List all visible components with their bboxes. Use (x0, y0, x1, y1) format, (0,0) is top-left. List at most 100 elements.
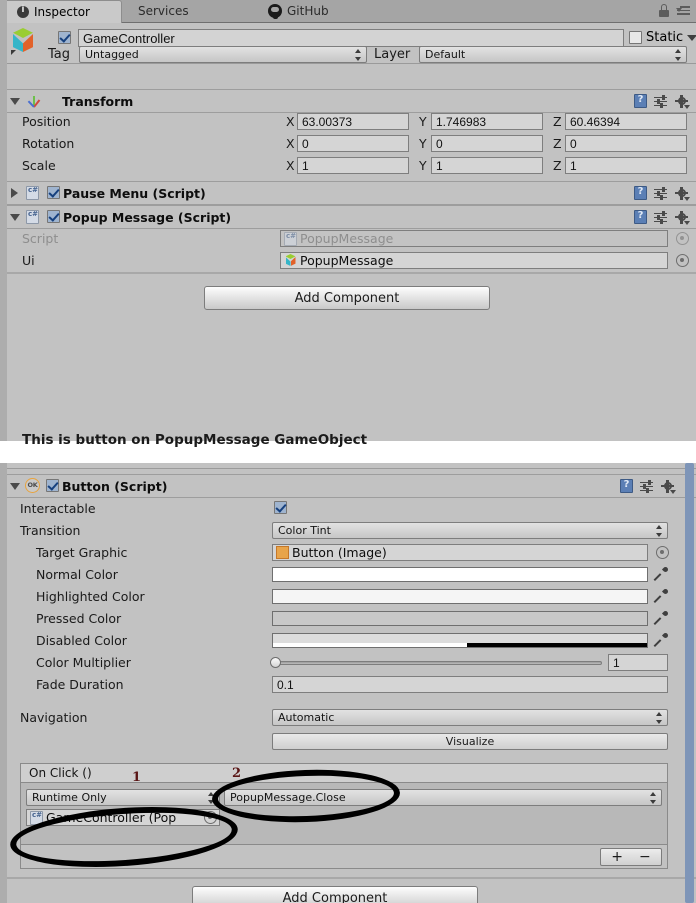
axis-z-label: Z (553, 158, 562, 173)
target-graphic-value: Button (Image) (292, 545, 387, 560)
navigation-label: Navigation (20, 710, 88, 725)
highlighted-color-row: Highlighted Color (0, 586, 696, 608)
normal-color-row: Normal Color (0, 564, 696, 586)
gameobject-enabled-checkbox[interactable] (58, 31, 71, 44)
help-icon[interactable] (634, 210, 647, 224)
highlighted-color-swatch[interactable] (272, 589, 648, 604)
layer-dropdown[interactable]: Default (419, 46, 687, 63)
target-graphic-object-field[interactable]: Button (Image) (272, 544, 648, 561)
popup-message-foldout-icon[interactable] (10, 214, 20, 221)
gear-icon[interactable] (675, 210, 690, 225)
gear-icon[interactable] (675, 186, 690, 201)
axis-z-label: Z (553, 136, 562, 151)
popup-script-row: Script PopupMessage (0, 228, 696, 250)
transform-foldout-icon[interactable] (10, 98, 20, 105)
rotation-x-field[interactable] (297, 135, 409, 152)
eyedropper-icon[interactable] (653, 587, 670, 604)
transform-title: Transform (62, 94, 134, 109)
pause-menu-title: Pause Menu (Script) (63, 186, 206, 201)
tag-label: Tag (48, 47, 71, 62)
transition-dropdown[interactable]: Color Tint (272, 522, 668, 539)
on-click-add-remove-controls[interactable]: + − (600, 848, 662, 866)
on-click-mode-dropdown[interactable]: Runtime Only (26, 789, 220, 806)
scale-z-field[interactable] (565, 157, 687, 174)
rotation-y-field[interactable] (431, 135, 543, 152)
eyedropper-icon[interactable] (653, 565, 670, 582)
help-icon[interactable] (620, 479, 633, 493)
button-script-component-header[interactable]: Button (Script) (0, 474, 696, 498)
ui-picker-button[interactable] (676, 254, 689, 267)
static-label: Static (646, 30, 684, 45)
button-script-foldout-icon[interactable] (10, 483, 20, 490)
preset-icon[interactable] (654, 186, 668, 200)
gear-icon[interactable] (661, 479, 676, 494)
fade-duration-label: Fade Duration (36, 677, 124, 692)
script-label: Script (22, 231, 59, 246)
pause-menu-enabled-checkbox[interactable] (47, 186, 60, 199)
transform-component-header[interactable]: Transform (0, 89, 696, 113)
help-icon[interactable] (634, 186, 647, 200)
visualize-button[interactable]: Visualize (272, 733, 668, 750)
scale-x-field[interactable] (297, 157, 409, 174)
remove-event-button[interactable]: − (639, 849, 651, 865)
color-multiplier-row: Color Multiplier (0, 652, 696, 674)
inspector-panel-top: i Inspector Services GitHub Static (0, 0, 696, 441)
position-z-field[interactable] (565, 113, 687, 130)
eyedropper-icon[interactable] (653, 609, 670, 626)
target-graphic-picker-button[interactable] (656, 546, 669, 559)
static-checkbox[interactable] (629, 31, 642, 44)
csharp-script-icon (26, 210, 39, 224)
tab-github[interactable]: GitHub (256, 0, 356, 22)
color-multiplier-slider-track[interactable] (272, 661, 602, 665)
add-component-button-top[interactable]: Add Component (204, 286, 490, 310)
tab-inspector[interactable]: i Inspector (4, 0, 122, 23)
add-event-button[interactable]: + (611, 849, 623, 865)
axis-y-label: Y (419, 114, 427, 129)
color-multiplier-field[interactable] (608, 654, 668, 671)
image-component-icon (276, 546, 289, 559)
navigation-value: Automatic (278, 711, 335, 724)
position-x-field[interactable] (297, 113, 409, 130)
gear-icon[interactable] (675, 94, 690, 109)
popup-message-enabled-checkbox[interactable] (47, 210, 60, 223)
preset-icon[interactable] (654, 94, 668, 108)
tab-services[interactable]: Services (126, 0, 212, 22)
navigation-dropdown[interactable]: Automatic (272, 709, 668, 726)
color-multiplier-label: Color Multiplier (36, 655, 131, 670)
color-multiplier-slider-knob[interactable] (270, 657, 281, 668)
tag-dropdown[interactable]: Untagged (79, 46, 367, 63)
fade-duration-field[interactable] (272, 676, 668, 693)
script-picker-button (676, 232, 689, 245)
help-icon[interactable] (634, 94, 647, 108)
popup-message-component-header[interactable]: Popup Message (Script) (0, 205, 696, 229)
hamburger-menu-icon[interactable] (676, 5, 690, 16)
vertical-scrollbar[interactable] (685, 463, 694, 903)
disabled-color-swatch[interactable] (272, 633, 648, 648)
static-control[interactable]: Static (629, 30, 696, 45)
preset-icon[interactable] (654, 210, 668, 224)
normal-color-swatch[interactable] (272, 567, 648, 582)
tab-github-label: GitHub (287, 4, 329, 18)
position-y-field[interactable] (431, 113, 543, 130)
button-script-header-icons (620, 479, 676, 494)
rotation-z-field[interactable] (565, 135, 687, 152)
interactable-checkbox[interactable] (274, 501, 287, 514)
pressed-color-swatch[interactable] (272, 611, 648, 626)
transform-header-icons (634, 94, 690, 109)
ui-object-field[interactable]: PopupMessage (280, 252, 668, 269)
chevron-down-icon[interactable] (687, 34, 696, 41)
button-script-enabled-checkbox[interactable] (46, 479, 59, 492)
add-component-button-bottom[interactable]: Add Component (192, 886, 478, 903)
highlighted-color-label: Highlighted Color (36, 589, 145, 604)
axis-y-label: Y (419, 158, 427, 173)
axis-y-label: Y (419, 136, 427, 151)
gameobject-name-field[interactable] (78, 29, 624, 47)
eyedropper-icon[interactable] (653, 631, 670, 648)
lock-icon[interactable] (659, 4, 669, 17)
popup-ui-row: Ui PopupMessage (0, 250, 696, 272)
pause-menu-component-header[interactable]: Pause Menu (Script) (0, 181, 696, 205)
preset-icon[interactable] (640, 479, 654, 493)
axis-x-label: X (286, 114, 295, 129)
scale-y-field[interactable] (431, 157, 543, 174)
pause-menu-foldout-icon[interactable] (11, 188, 18, 198)
